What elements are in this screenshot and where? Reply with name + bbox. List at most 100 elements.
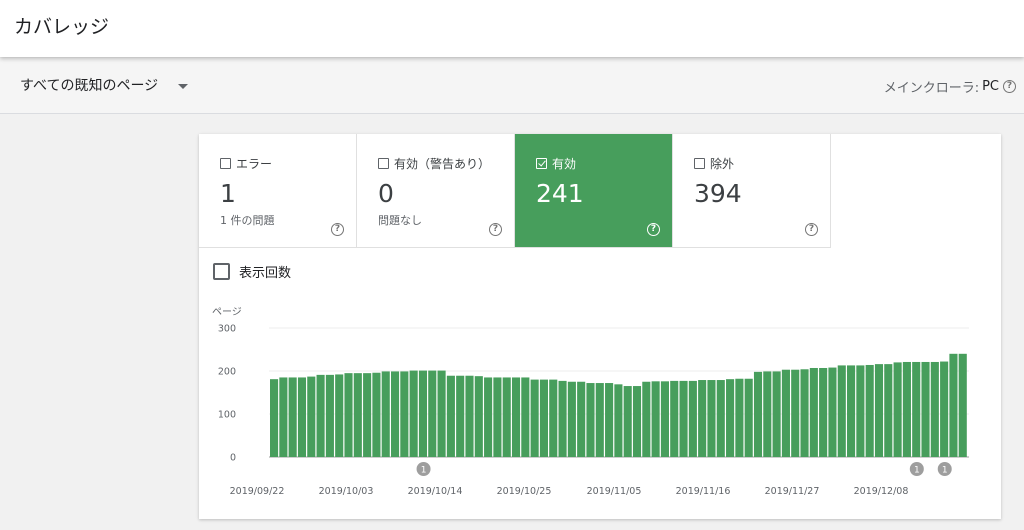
tile-header: 除外 (694, 155, 734, 172)
bar (288, 377, 297, 457)
tile-value: 0 (378, 179, 394, 208)
tile-header: 有効 (536, 155, 576, 172)
tile-header: エラー (220, 155, 272, 172)
bar (735, 378, 744, 457)
y-tick-label: 300 (218, 324, 236, 335)
bar (912, 361, 921, 457)
bar (726, 379, 735, 457)
bar (270, 379, 279, 457)
bar (502, 377, 511, 457)
x-tick-label: 2019/10/03 (319, 486, 374, 497)
bar (958, 353, 967, 457)
bar (698, 380, 707, 457)
bar (521, 377, 530, 457)
x-tick-label: 2019/12/08 (854, 486, 909, 497)
bar (623, 386, 632, 457)
bar (316, 374, 325, 457)
crawler-info: メインクローラ: PC ? (884, 77, 1016, 96)
bar (921, 361, 930, 457)
bar (428, 370, 437, 457)
bar (493, 377, 502, 457)
tile-label: エラー (236, 157, 273, 171)
x-tick-label: 2019/11/16 (676, 486, 731, 497)
bar (763, 371, 772, 457)
bar (791, 369, 800, 457)
bar (456, 375, 465, 457)
coverage-bar-chart: ページ 0 100 200 300 1 1 1 2019/09/22 2019/10/03 2019… (212, 307, 969, 497)
bar (847, 365, 856, 457)
impressions-toggle[interactable]: 表示回数 (213, 262, 291, 281)
bar (465, 375, 474, 457)
tile-valid[interactable]: 有効 241 ? (515, 134, 673, 248)
bar (819, 367, 828, 457)
help-icon[interactable]: ? (647, 223, 660, 236)
annotation-label: 1 (942, 466, 948, 476)
bar (307, 376, 316, 457)
bar (484, 377, 493, 457)
bar (549, 379, 558, 457)
bar (772, 371, 781, 457)
bar (381, 371, 390, 457)
tile-label: 有効（警告あり） (394, 157, 491, 171)
bar (605, 383, 614, 457)
annotation-label: 1 (914, 466, 920, 476)
tile-error[interactable]: エラー 1 1 件の問題 ? (199, 134, 357, 248)
tile-label: 除外 (710, 157, 735, 171)
bar (809, 367, 818, 457)
bar (409, 370, 418, 457)
bar (446, 375, 455, 457)
x-tick-label: 2019/09/22 (230, 486, 285, 497)
tile-subtext: 1 件の問題 (220, 214, 275, 227)
bar (325, 374, 334, 457)
checked-checkbox-icon[interactable] (536, 158, 547, 169)
checkbox-icon[interactable] (213, 263, 230, 280)
tile-valid-with-warnings[interactable]: 有効（警告あり） 0 問題なし ? (357, 134, 515, 248)
annotation-label: 1 (421, 466, 427, 476)
tile-header: 有効（警告あり） (378, 155, 490, 172)
bar (418, 370, 428, 457)
crawler-label: メインクローラ: (883, 81, 980, 96)
checkbox-icon[interactable] (378, 158, 389, 169)
page-filter-dropdown[interactable]: すべての既知のページ (20, 75, 189, 95)
x-tick-label: 2019/11/05 (587, 486, 642, 497)
bar (679, 380, 688, 457)
help-icon[interactable]: ? (805, 223, 818, 236)
help-icon[interactable]: ? (331, 223, 344, 236)
bar (781, 369, 790, 457)
bar (707, 380, 716, 457)
bar (884, 364, 893, 457)
bar (390, 371, 400, 457)
bar (586, 383, 595, 457)
page-title: カバレッジ (14, 16, 110, 38)
bar (511, 377, 521, 457)
bar (297, 377, 307, 457)
tile-value: 1 (220, 179, 236, 208)
x-tick-label: 2019/10/25 (497, 486, 552, 497)
bar (930, 361, 939, 457)
bar (902, 361, 911, 457)
y-tick-label: 100 (218, 410, 236, 421)
bar (949, 353, 958, 457)
bar (642, 381, 651, 457)
y-axis-label: ページ (212, 307, 242, 318)
x-tick-label: 2019/11/27 (765, 486, 820, 497)
status-tiles: エラー 1 1 件の問題 ? 有効（警告あり） 0 問題なし ? 有効 241 … (199, 134, 831, 248)
bar (670, 380, 679, 457)
crawler-value: PC (982, 79, 999, 94)
help-icon[interactable]: ? (489, 223, 502, 236)
bar (837, 365, 846, 457)
bar (372, 372, 381, 457)
checkbox-icon[interactable] (694, 158, 705, 169)
bar (558, 380, 567, 457)
bar (893, 362, 902, 457)
bar (363, 373, 372, 457)
page-filter-label: すべての既知のページ (20, 78, 159, 94)
bar (279, 377, 288, 457)
coverage-card: エラー 1 1 件の問題 ? 有効（警告あり） 0 問題なし ? 有効 241 … (199, 134, 1001, 519)
checkbox-icon[interactable] (220, 158, 231, 169)
help-icon[interactable]: ? (1003, 80, 1016, 93)
bar (344, 373, 353, 457)
bar (530, 379, 539, 457)
bar (940, 361, 949, 457)
tile-excluded[interactable]: 除外 394 ? (673, 134, 831, 248)
